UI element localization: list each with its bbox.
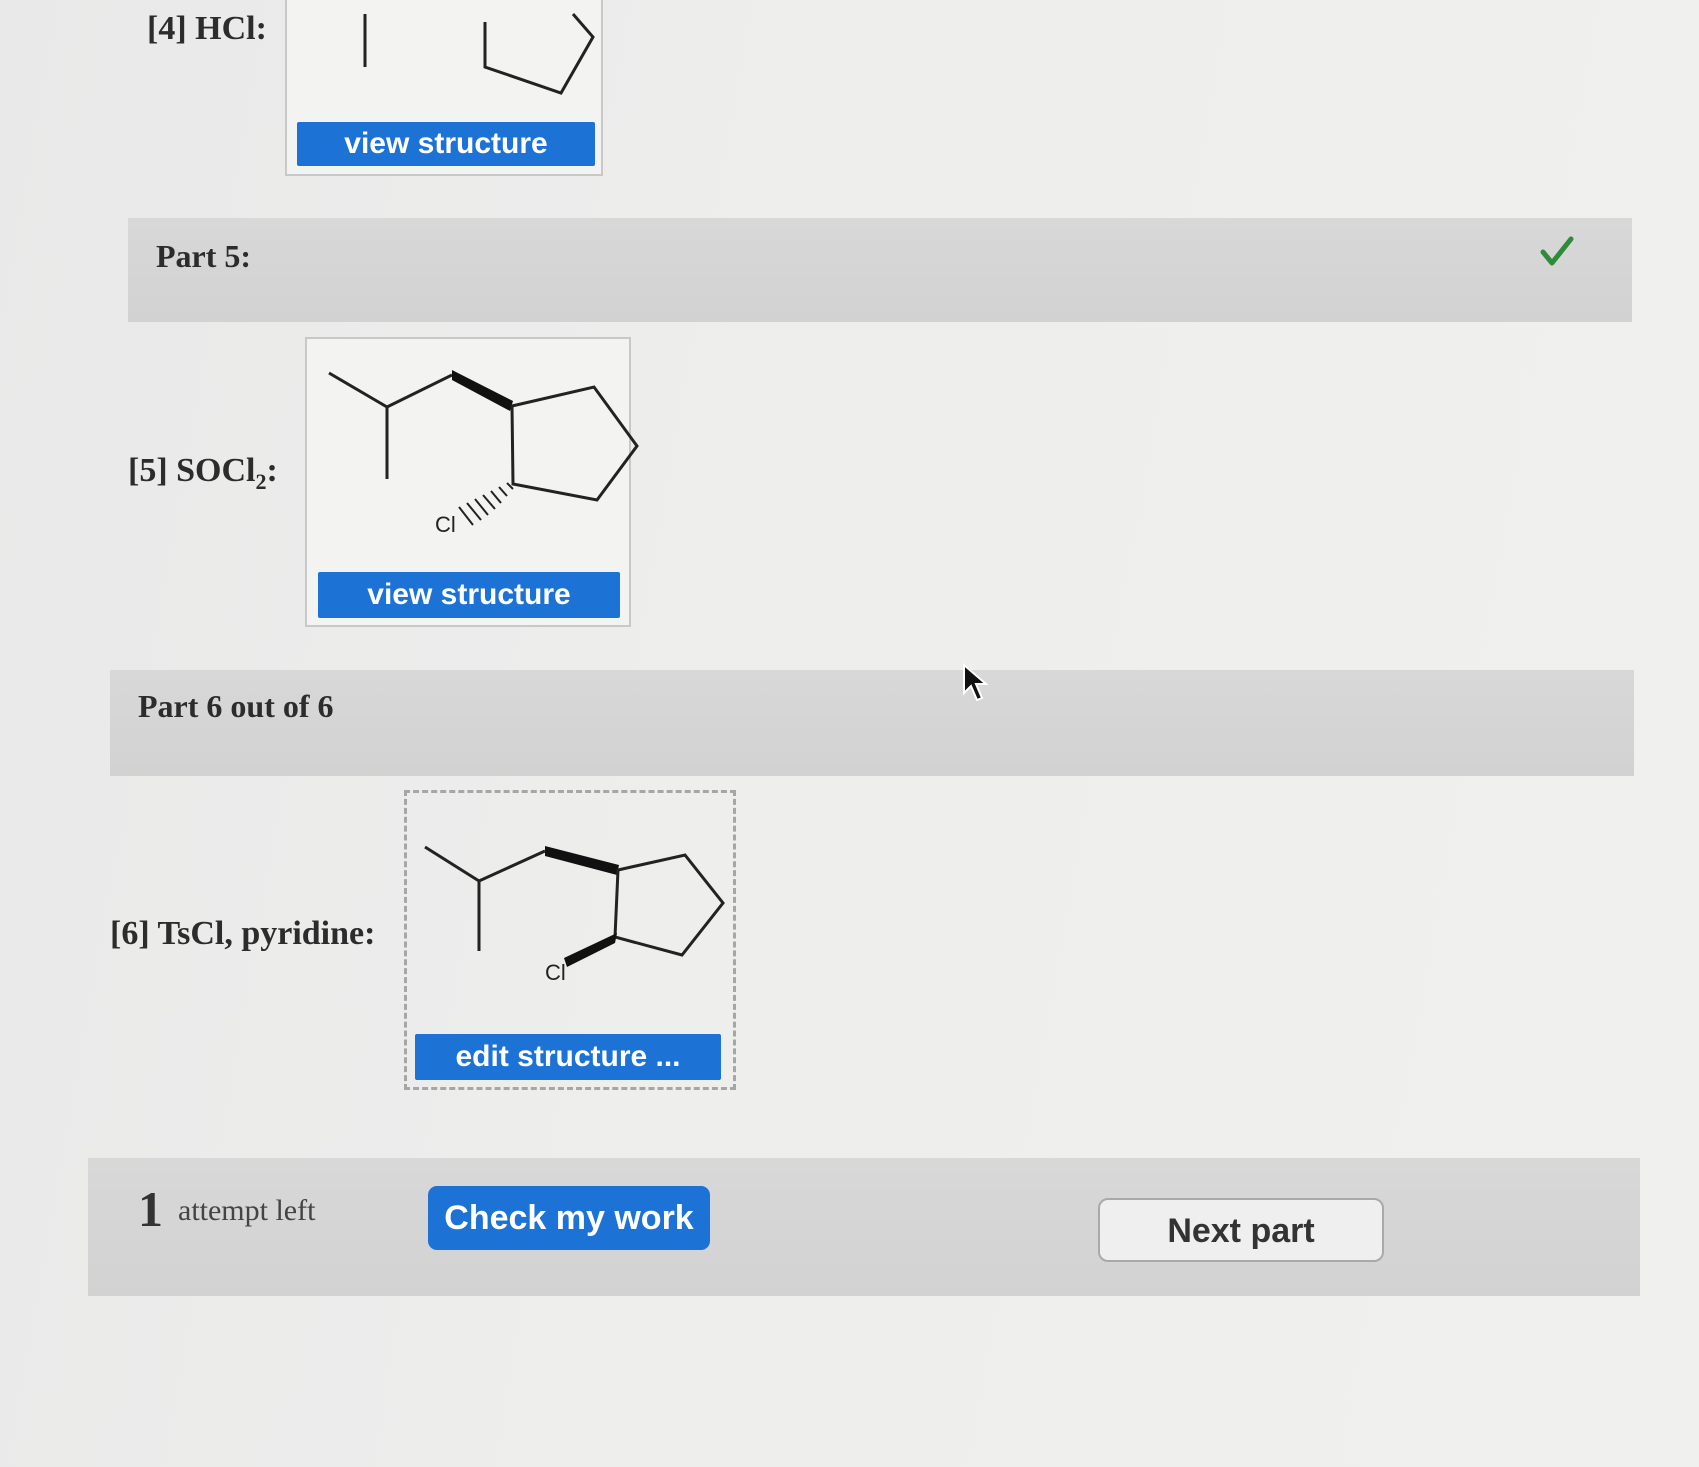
step-4-structure-drawing xyxy=(363,13,595,95)
attempts-count: 1 xyxy=(138,1181,163,1237)
step-5-view-structure-button[interactable]: view structure xyxy=(318,572,620,618)
part-5-header: Part 5: xyxy=(128,218,1632,322)
mouse-cursor-icon xyxy=(963,662,989,702)
step-6-structure-drawing: Cl xyxy=(424,845,725,985)
step-5-label-suffix: : xyxy=(266,452,278,489)
step-5-chlorine-label: Cl xyxy=(435,512,456,537)
step-6-label: [6] TsCl, pyridine: xyxy=(110,915,376,952)
step-6-edit-structure-button[interactable]: edit structure ... xyxy=(415,1034,721,1080)
step-5-label: [5] SOCl2: xyxy=(128,452,278,495)
step-6-chlorine-label: Cl xyxy=(545,960,566,985)
step-4-label: [4] HCl: xyxy=(147,10,267,47)
part-6-title: Part 6 out of 6 xyxy=(138,688,334,724)
step-5-structure-box: Cl view structure xyxy=(305,337,639,627)
footer-bar: 1 attempt left Check my work Next part xyxy=(88,1158,1640,1296)
step-5-label-text: [5] SOCl xyxy=(128,452,256,489)
attempts-text: attempt left xyxy=(178,1194,316,1227)
check-icon xyxy=(1540,236,1574,266)
check-my-work-button[interactable]: Check my work xyxy=(428,1186,710,1250)
part-6-header: Part 6 out of 6 xyxy=(110,670,1634,776)
step-6-structure-editor[interactable]: Cl edit structure ... xyxy=(404,790,736,1090)
step-4-structure-box: view structure xyxy=(285,0,603,176)
next-part-button[interactable]: Next part xyxy=(1098,1198,1384,1262)
step-4-view-structure-button[interactable]: view structure xyxy=(297,122,595,166)
part-5-title: Part 5: xyxy=(156,238,252,274)
step-5-structure-drawing: Cl xyxy=(328,370,639,537)
step-5-label-subscript: 2 xyxy=(255,468,267,494)
